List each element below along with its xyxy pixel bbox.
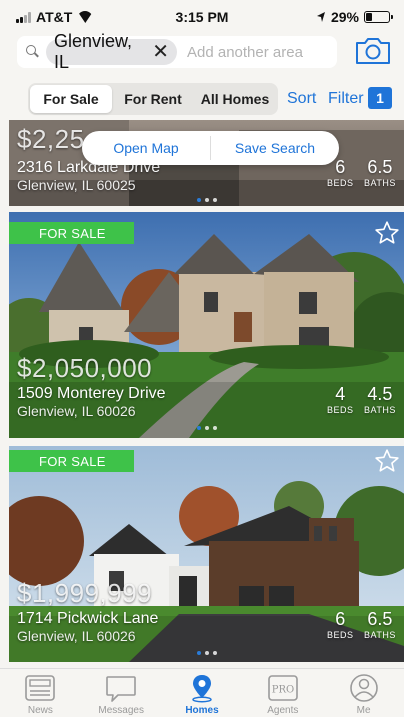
listing-address: 1714 Pickwick Lane <box>17 610 159 627</box>
for-sale-badge: FOR SALE <box>9 222 134 244</box>
tab-messages[interactable]: Messages <box>81 669 162 717</box>
status-bar: AT&T 3:15 PM 29% <box>0 0 404 34</box>
baths-count: 6.5 <box>367 157 393 177</box>
tab-for-sale[interactable]: For Sale <box>30 85 112 113</box>
location-chip-label: Glenview, IL <box>53 31 133 72</box>
search-icon <box>25 44 40 60</box>
beds-count: 4 <box>335 384 346 404</box>
favorite-star-icon[interactable] <box>374 448 400 474</box>
baths-label: BATHS <box>364 178 396 188</box>
filter-button[interactable]: Filter <box>328 90 364 108</box>
baths-count: 6.5 <box>367 609 393 629</box>
baths-stat: 6.5 BATHS <box>364 609 396 640</box>
location-chip[interactable]: Glenview, IL ✕ <box>45 31 177 72</box>
location-arrow-icon <box>316 12 325 22</box>
baths-stat: 6.5 BATHS <box>364 157 396 188</box>
baths-label: BATHS <box>364 630 396 640</box>
listing-card[interactable]: FOR SALE $1,999,999 1714 Pickwick Lane G… <box>9 446 404 662</box>
tab-homes[interactable]: Homes <box>162 669 243 717</box>
photo-pager <box>9 426 404 430</box>
agents-icon: PRO <box>267 675 298 701</box>
homes-icon <box>192 675 212 703</box>
messages-icon <box>106 676 136 702</box>
tab-messages-label: Messages <box>98 705 144 716</box>
tab-agents-label: Agents <box>267 705 299 716</box>
beds-stat: 4 BEDS <box>327 384 354 415</box>
tab-me[interactable]: Me <box>323 669 404 717</box>
tab-me-label: Me <box>356 705 371 716</box>
listing-price: $2,25 <box>17 124 85 154</box>
save-search-button[interactable]: Save Search <box>211 140 339 156</box>
filter-count-badge[interactable]: 1 <box>368 87 392 109</box>
battery-icon <box>364 11 393 23</box>
me-icon <box>349 674 378 702</box>
beds-stat: 6 BEDS <box>327 609 354 640</box>
agents-pro-text: PRO <box>272 685 294 696</box>
search-row: Glenview, IL ✕ <box>0 31 404 78</box>
listing-type-selector: For Sale For Rent All Homes <box>28 83 278 115</box>
listing-city: Glenview, IL 60026 <box>17 403 136 419</box>
open-map-button[interactable]: Open Map <box>82 140 210 156</box>
camera-button[interactable] <box>354 34 392 66</box>
add-area-input[interactable] <box>187 43 337 61</box>
tab-bar: News Messages Homes PRO Agents Me <box>0 668 404 717</box>
favorite-star-icon[interactable] <box>374 220 400 246</box>
news-icon <box>25 675 56 701</box>
search-box[interactable]: Glenview, IL ✕ <box>17 31 337 72</box>
baths-count: 4.5 <box>367 384 393 404</box>
beds-label: BEDS <box>327 630 354 640</box>
baths-stat: 4.5 BATHS <box>364 384 396 415</box>
tab-news-label: News <box>27 705 53 716</box>
listing-price: $1,999,999 <box>17 578 153 608</box>
beds-label: BEDS <box>327 405 354 415</box>
photo-pager <box>9 198 404 202</box>
beds-label: BEDS <box>327 178 354 188</box>
tab-homes-label: Homes <box>185 705 219 716</box>
tab-all-homes[interactable]: All Homes <box>194 85 276 113</box>
sort-button[interactable]: Sort <box>287 90 316 108</box>
baths-label: BATHS <box>364 405 396 415</box>
listing-address: 1509 Monterey Drive <box>17 385 166 402</box>
close-icon[interactable]: ✕ <box>152 42 169 62</box>
listing-city: Glenview, IL 60026 <box>17 628 136 644</box>
map-actions-popover: Open Map Save Search <box>82 131 339 165</box>
listing-price: $2,050,000 <box>17 353 153 383</box>
photo-pager <box>9 651 404 655</box>
camera-icon <box>356 38 390 64</box>
battery-percent: 29% <box>330 9 359 25</box>
beds-count: 6 <box>335 609 346 629</box>
filter-row: For Sale For Rent All Homes Sort Filter … <box>0 78 404 120</box>
battery-group: 29% <box>316 9 393 25</box>
tab-agents[interactable]: PRO Agents <box>242 669 323 717</box>
for-sale-badge: FOR SALE <box>9 450 134 472</box>
tab-news[interactable]: News <box>0 669 81 717</box>
listing-card[interactable]: FOR SALE $2,050,000 1509 Monterey Drive … <box>9 212 404 438</box>
listing-city: Glenview, IL 60025 <box>17 177 136 193</box>
tab-for-rent[interactable]: For Rent <box>112 85 194 113</box>
